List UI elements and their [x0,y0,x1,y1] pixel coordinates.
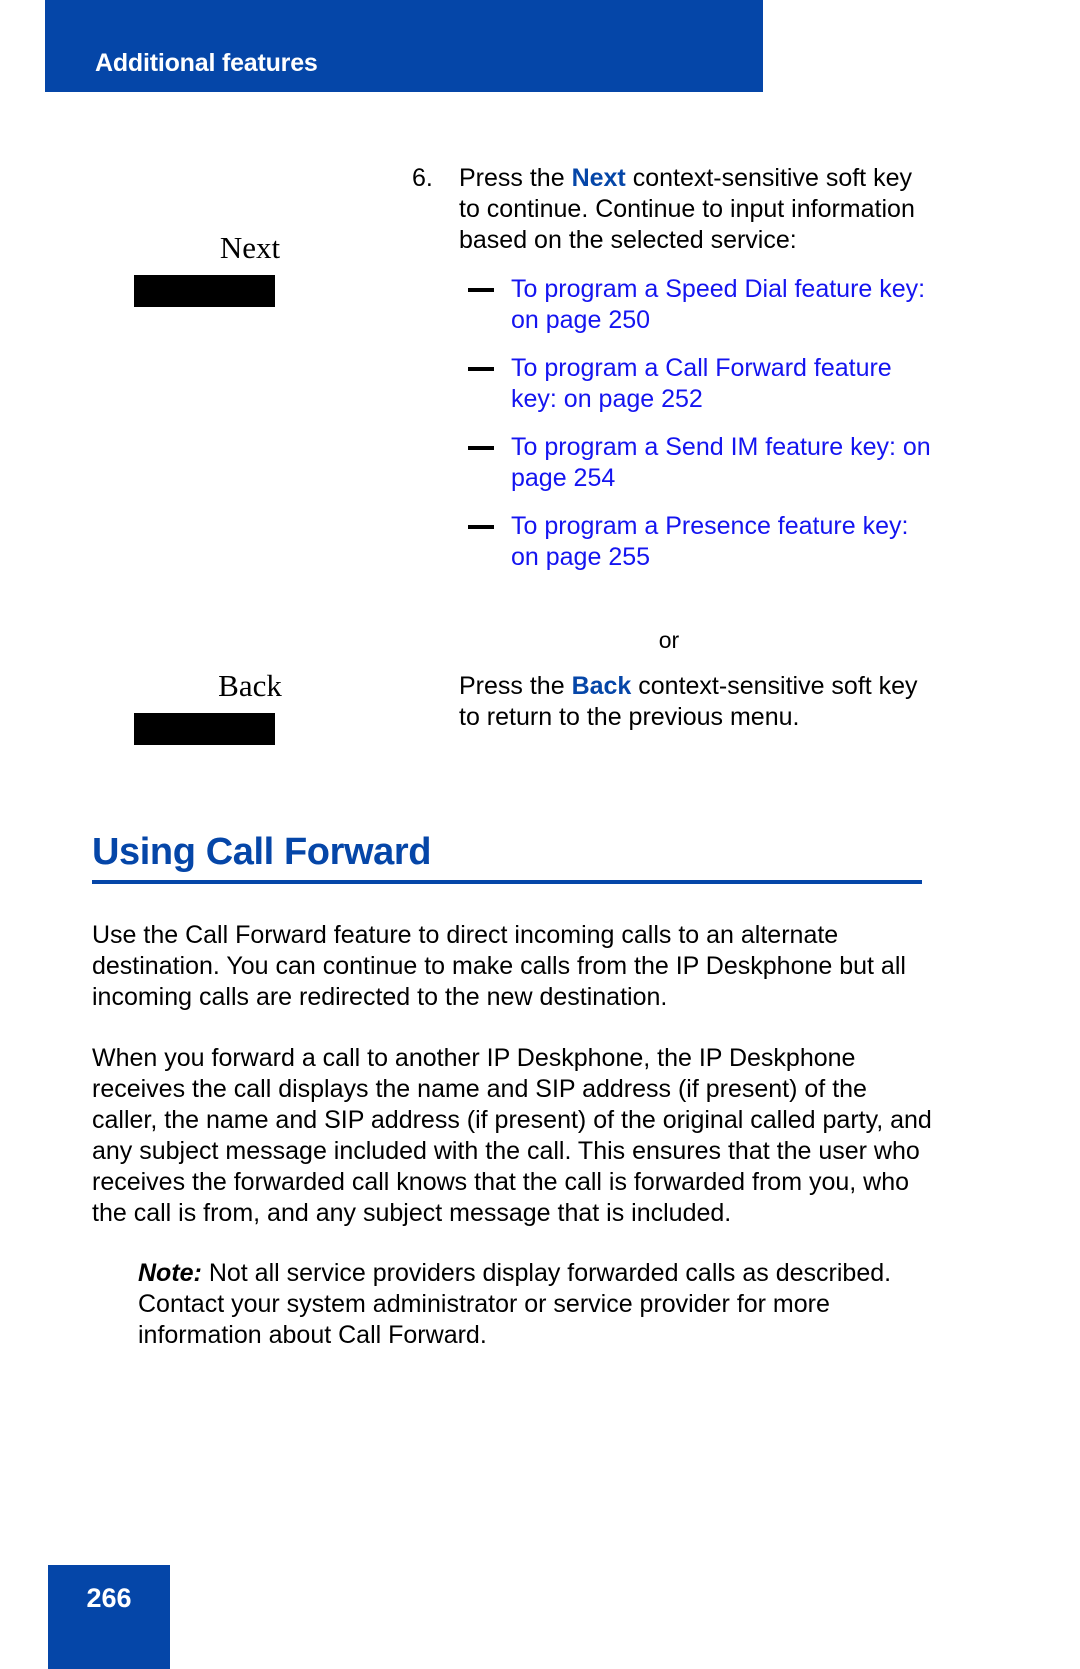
step-keyword-next: Next [571,164,626,192]
softkey-bar-next [134,275,275,307]
softkey-illustration-next: Next [110,232,390,307]
step-text-before: Press the [459,164,572,192]
note-block: Note: Not all service providers display … [138,1258,938,1351]
section-title: Using Call Forward [92,831,432,873]
page-number-tab: 266 [48,1565,170,1669]
em-dash-bullet-icon [468,288,494,292]
step-text: Press the Next context-sensitive soft ke… [459,163,932,256]
running-header-banner: Additional features [45,0,763,92]
page-number: 266 [86,1583,132,1613]
cross-reference-item[interactable]: To program a Presence feature key: on pa… [459,511,932,573]
alt-step-instruction: Press the Back context-sensitive soft ke… [412,671,932,733]
cross-reference-link[interactable]: To program a Speed Dial feature key: on … [511,275,925,334]
cross-reference-item[interactable]: To program a Call Forward feature key: o… [459,353,932,415]
cross-reference-list: To program a Speed Dial feature key: on … [459,274,932,573]
or-separator: or [412,625,932,656]
em-dash-bullet-icon [468,446,494,450]
note-label: Note: [138,1259,202,1287]
softkey-illustration-back: Back [110,670,390,745]
alt-step-keyword-back: Back [571,672,632,700]
em-dash-bullet-icon [468,525,494,529]
section-heading-block: Using Call Forward [92,830,922,884]
softkey-label-next: Next [219,230,281,265]
step-number: 6. [412,164,433,192]
cross-reference-link[interactable]: To program a Call Forward feature key: o… [511,354,892,413]
cross-reference-item[interactable]: To program a Speed Dial feature key: on … [459,274,932,336]
section-divider [92,880,922,884]
body-paragraph-2: When you forward a call to another IP De… [92,1044,932,1227]
cross-reference-link[interactable]: To program a Send IM feature key: on pag… [511,433,931,492]
or-label: or [658,627,680,653]
em-dash-bullet-icon [468,367,494,371]
note-text: Not all service providers display forwar… [138,1259,892,1349]
softkey-label-back: Back [218,668,282,703]
alt-step-text-before: Press the [459,672,572,700]
alt-step-text: Press the Back context-sensitive soft ke… [459,671,932,733]
cross-reference-item[interactable]: To program a Send IM feature key: on pag… [459,432,932,494]
softkey-bar-back [134,713,275,745]
body-paragraph-1: Use the Call Forward feature to direct i… [92,921,906,1011]
step-6-instruction: 6. Press the Next context-sensitive soft… [412,163,932,573]
cross-reference-link[interactable]: To program a Presence feature key: on pa… [511,512,908,571]
running-header-title: Additional features [95,49,318,77]
